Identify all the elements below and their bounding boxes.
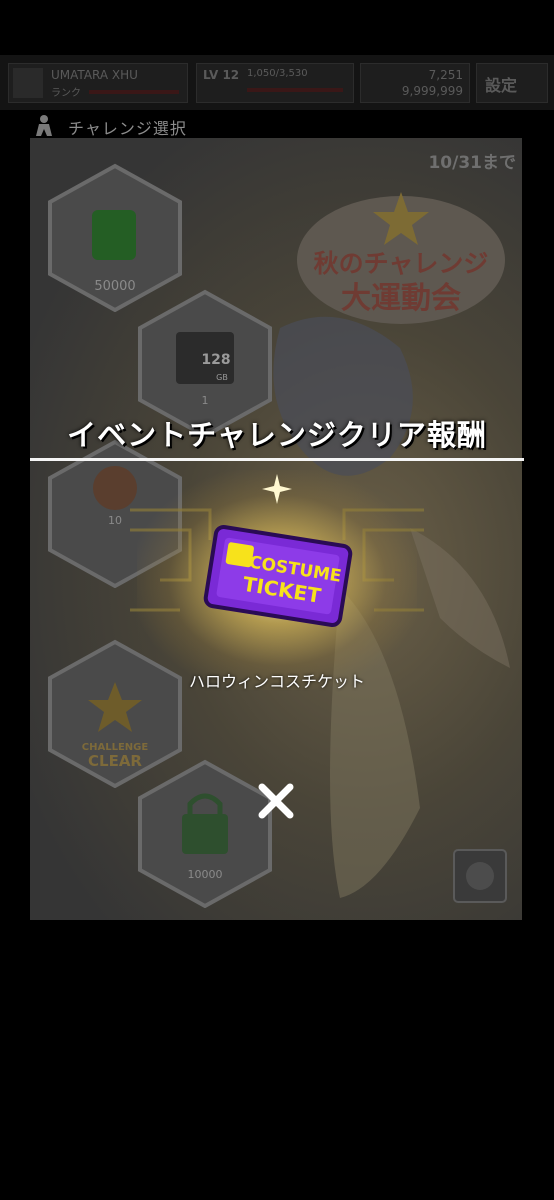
reward-title: イベントチャレンジクリア報酬	[67, 418, 487, 452]
settings-label: 設定	[485, 76, 518, 95]
event-logo-line2: 大運動会	[341, 281, 461, 316]
level-label: LV 12	[203, 68, 240, 82]
event-logo: 秋のチャレンジ 大運動会	[297, 192, 505, 324]
player-info: UMATARA XHU ランク	[8, 63, 188, 103]
close-icon[interactable]	[253, 778, 299, 824]
memory-card-unit: GB	[216, 373, 228, 382]
event-deadline: 10/31まで	[428, 153, 516, 173]
memory-card-label: 128	[201, 352, 230, 368]
avatar	[13, 68, 43, 98]
currency-value: 7,251	[428, 68, 463, 82]
costume-badge-icon	[93, 466, 137, 510]
currency-info: 7,251 9,999,999	[360, 63, 470, 103]
reward-item-name: ハロウィンコスチケット	[188, 672, 365, 691]
section-title: チャレンジ選択	[68, 119, 187, 138]
event-logo-line1: 秋のチャレンジ	[314, 249, 489, 278]
challenge-value-2: 1	[202, 394, 209, 407]
currency-sub: 9,999,999	[401, 84, 463, 98]
exp-bar	[89, 90, 179, 94]
barrel-icon	[92, 210, 136, 260]
character-icon	[36, 115, 52, 136]
lock-icon	[182, 814, 228, 854]
player-name: UMATARA XHU	[51, 68, 138, 82]
section-header: チャレンジ選択	[30, 112, 330, 140]
level-value: 1,050/3,530	[247, 68, 308, 79]
level-info: LV 12 1,050/3,530	[196, 63, 354, 103]
status-bar: UMATARA XHU ランク LV 12 1,050/3,530 7,251 …	[0, 55, 554, 110]
challenge-node-3[interactable]: 10	[40, 438, 190, 588]
settings-button[interactable]: 設定	[476, 63, 548, 103]
level-bar	[247, 88, 343, 92]
challenge-value-5: 10000	[188, 868, 223, 881]
challenge-value-3: 10	[108, 514, 122, 527]
player-rank-label: ランク	[51, 88, 81, 99]
character-swap-button[interactable]	[452, 848, 508, 904]
